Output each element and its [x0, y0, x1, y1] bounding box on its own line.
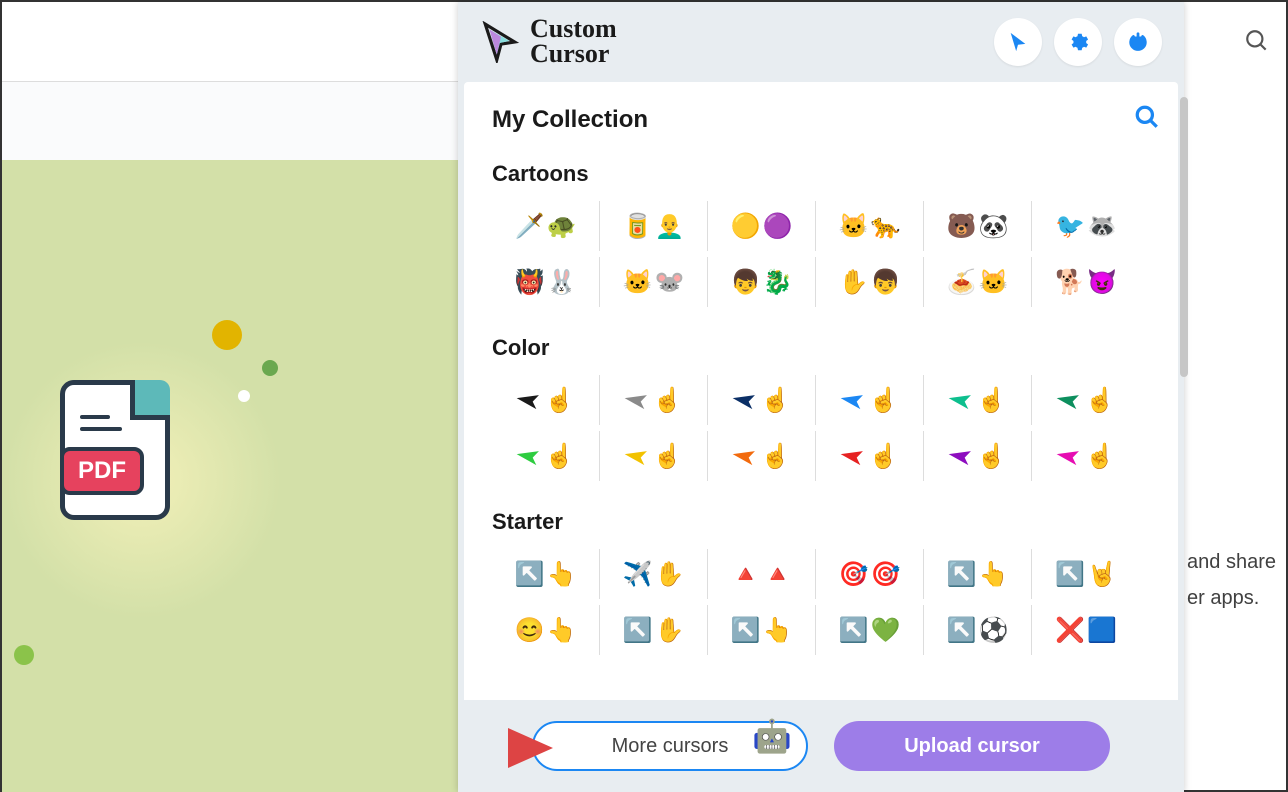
cursor-item-popeye[interactable]: 🥫👨‍🦲 [600, 201, 708, 251]
cursor-item-tomjerry[interactable]: 🐱🐭 [600, 257, 708, 307]
collection-title: My Collection [492, 106, 648, 134]
cursor-item-rainbow[interactable]: ↖️✋ [600, 605, 708, 655]
cursor-item-holo[interactable]: ↖️👆 [492, 549, 600, 599]
bg-clipped-text: and share er apps. [1187, 544, 1276, 616]
cursor-item-gray[interactable]: ☝ [600, 375, 708, 425]
cursor-item-green[interactable]: ☝ [492, 431, 600, 481]
minion-decoration-icon: 🤖 [752, 717, 792, 755]
cursor-item-darkgreen[interactable]: ☝ [1032, 375, 1140, 425]
cursor-item-splat[interactable]: ↖️💚 [816, 605, 924, 655]
power-button[interactable] [1114, 18, 1162, 66]
cursor-item-cyan[interactable]: ☝ [924, 375, 1032, 425]
dot-yellow [212, 320, 242, 350]
bg-white-strip [2, 82, 458, 160]
cursor-item-soccer[interactable]: ↖️⚽ [924, 605, 1032, 655]
pdf-badge: PDF [60, 447, 144, 495]
logo-cursor-icon [480, 21, 522, 63]
default-cursor-button[interactable] [994, 18, 1042, 66]
dot-white [238, 390, 250, 402]
cursor-item-outline[interactable]: ↖️👆 [924, 549, 1032, 599]
section-title-cartoons: Cartoons [492, 161, 1160, 187]
cursor-item-black[interactable]: ☝ [492, 375, 600, 425]
cursor-item-shrek[interactable]: 👹🐰 [492, 257, 600, 307]
cursor-item-smiley[interactable]: 😊👆 [492, 605, 600, 655]
cursor-item-grinch[interactable]: 🐕😈 [1032, 257, 1140, 307]
cursor-item-regular[interactable]: 🐦🦝 [1032, 201, 1140, 251]
cursor-item-target[interactable]: 🎯🎯 [816, 549, 924, 599]
cursor-item-garfield[interactable]: 🍝🐱 [924, 257, 1032, 307]
cursor-grid-starter: ↖️👆✈️✋🔺🔺🎯🎯↖️👆↖️🤘😊👆↖️✋↖️👆↖️💚↖️⚽❌🟦 [492, 549, 1160, 661]
cursor-grid-cartoons: 🗡️🐢🥫👨‍🦲🟡🟣🐱🐆🐻🐼🐦🦝 👹🐰🐱🐭👦🐉✋👦🍝🐱🐕😈 [492, 201, 1160, 313]
popup-footer: More cursors 🤖 Upload cursor [458, 700, 1184, 792]
dot-green [262, 360, 278, 376]
cursor-item-minion[interactable]: 🟡🟣 [708, 201, 816, 251]
pdf-illustration: PDF [42, 380, 182, 550]
cursor-item-stone[interactable]: 🔺🔺 [708, 549, 816, 599]
cursor-item-tmnt[interactable]: 🗡️🐢 [492, 201, 600, 251]
cursor-item-pixel[interactable]: ❌🟦 [1032, 605, 1140, 655]
bg-top-strip [2, 2, 458, 82]
cursor-grid-color: ☝☝☝☝☝☝☝☝☝☝☝☝ [492, 375, 1160, 487]
settings-button[interactable] [1054, 18, 1102, 66]
upload-cursor-button[interactable]: Upload cursor [834, 721, 1110, 771]
cursor-item-dragon[interactable]: 👦🐉 [708, 257, 816, 307]
cursor-item-ben10[interactable]: ✋👦 [816, 257, 924, 307]
scrollbar-thumb[interactable] [1180, 97, 1188, 377]
bg-left-column: PDF [2, 2, 458, 790]
cursor-item-paper[interactable]: ✈️✋ [600, 549, 708, 599]
cursor-item-navy[interactable]: ☝ [708, 375, 816, 425]
dot-green2 [14, 645, 34, 665]
collection-header: My Collection [492, 104, 1160, 135]
page-search-icon[interactable] [1244, 28, 1270, 59]
section-title-starter: Starter [492, 509, 1160, 535]
cursor-item-red[interactable]: ☝ [816, 431, 924, 481]
collection-search-icon[interactable] [1134, 104, 1160, 135]
cursor-item-blue[interactable]: ☝ [816, 375, 924, 425]
cursor-item-yellow[interactable]: ☝ [600, 431, 708, 481]
cursor-item-magenta[interactable]: ☝ [1032, 431, 1140, 481]
cursor-item-glass[interactable]: ↖️👆 [708, 605, 816, 655]
cursor-item-bears[interactable]: 🐻🐼 [924, 201, 1032, 251]
cursor-item-rock[interactable]: ↖️🤘 [1032, 549, 1140, 599]
cursor-item-purple[interactable]: ☝ [924, 431, 1032, 481]
more-cursors-button[interactable]: More cursors 🤖 [532, 721, 808, 771]
popup-body[interactable]: My Collection Cartoons 🗡️🐢🥫👨‍🦲🟡🟣🐱🐆🐻🐼🐦🦝 👹🐰🐱… [464, 82, 1178, 700]
logo-text: Custom Cursor [530, 17, 617, 66]
bg-hero-area: PDF [2, 160, 458, 792]
extension-popup: Custom Cursor My Collection Cartoons 🗡️🐢🥫… [458, 2, 1184, 792]
popup-header: Custom Cursor [458, 2, 1184, 82]
cursor-item-felix[interactable]: 🐱🐆 [816, 201, 924, 251]
section-title-color: Color [492, 335, 1160, 361]
cursor-item-orange[interactable]: ☝ [708, 431, 816, 481]
logo[interactable]: Custom Cursor [480, 17, 617, 66]
